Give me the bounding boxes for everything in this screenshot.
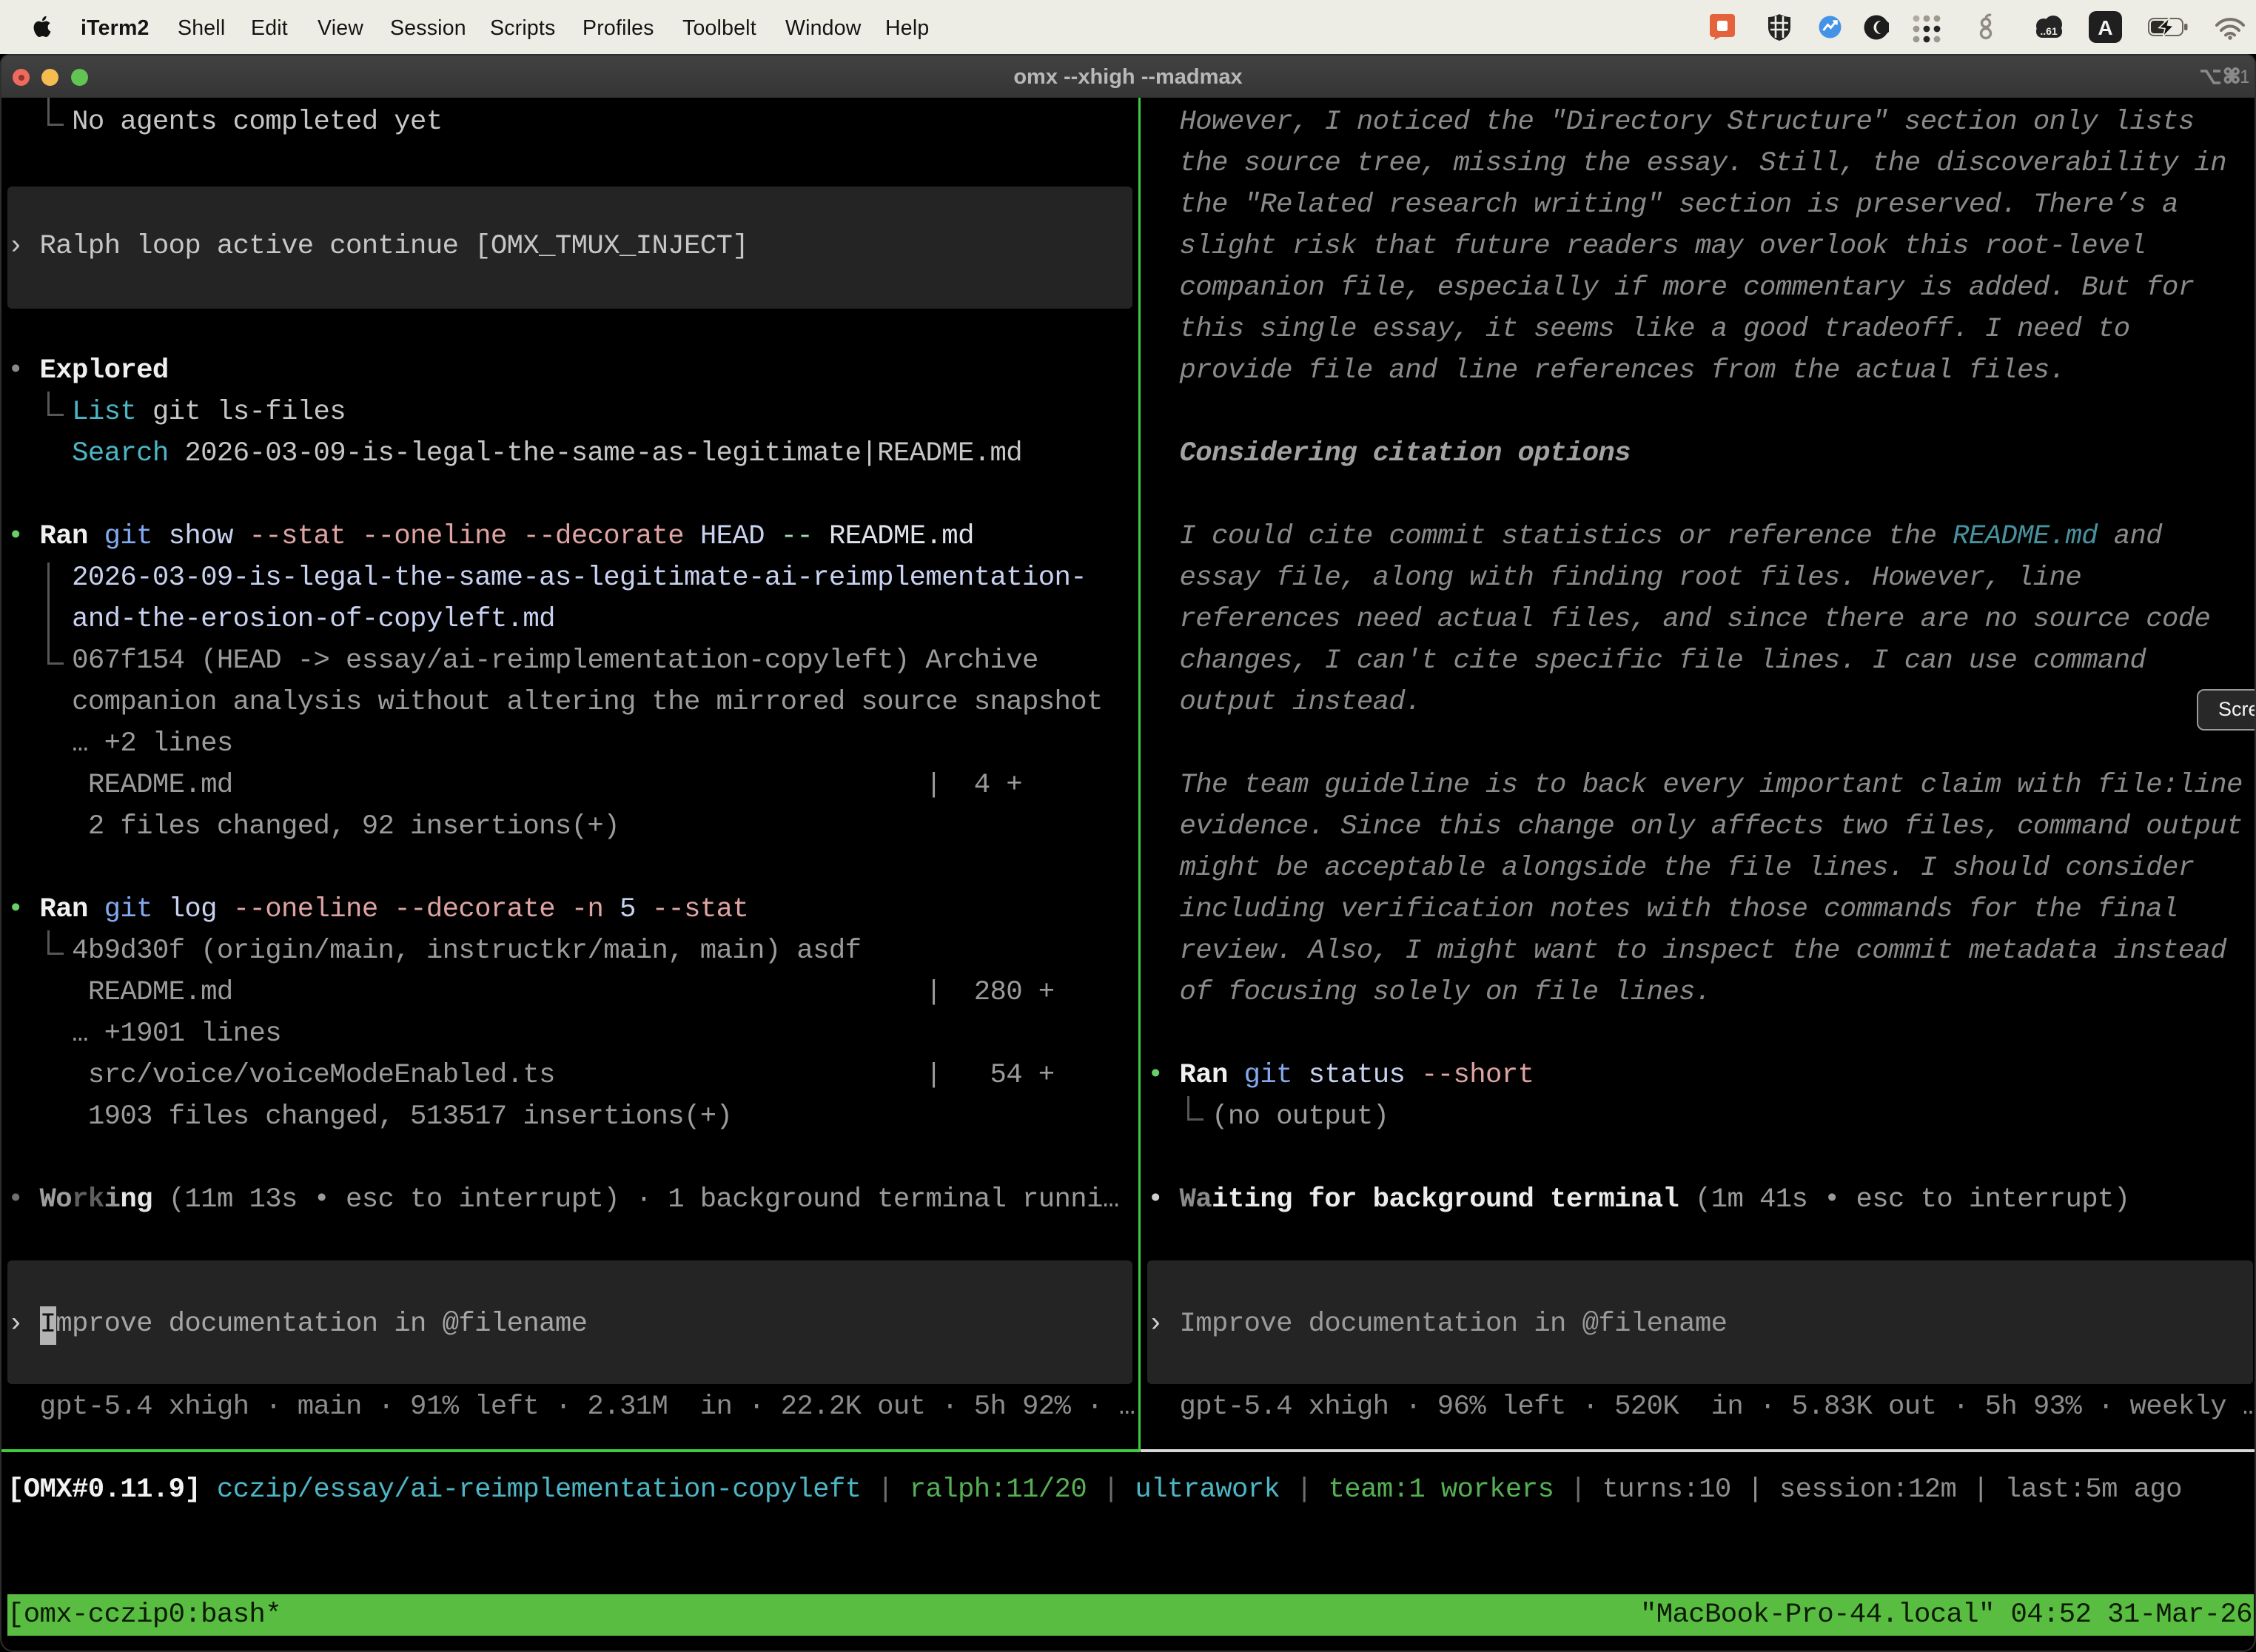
svg-text:..61: ..61 [2040, 25, 2058, 37]
svg-text:A: A [2098, 16, 2112, 39]
svg-text:1: 1 [2240, 67, 2249, 87]
